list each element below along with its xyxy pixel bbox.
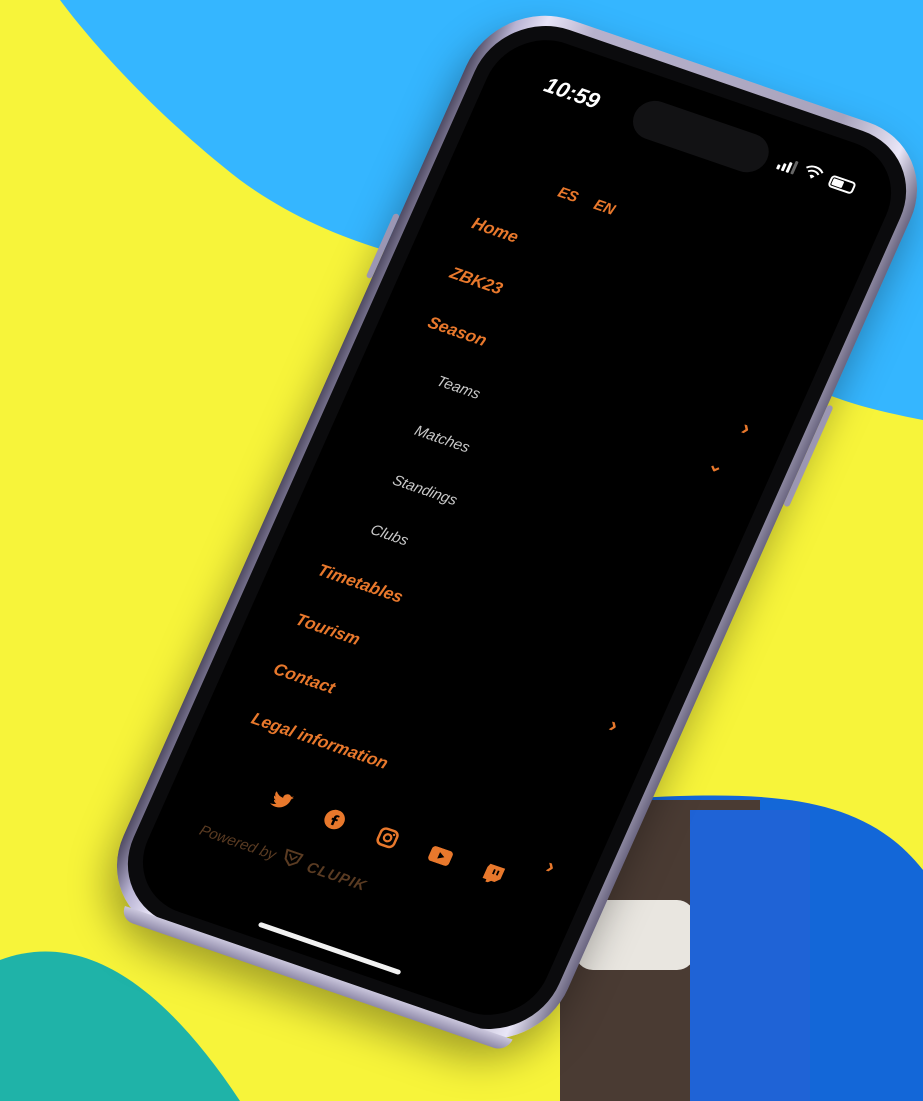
youtube-icon[interactable]	[426, 842, 456, 869]
menu-item-season[interactable]: Season	[424, 313, 490, 351]
photo-shirt	[690, 810, 810, 1101]
submenu-item-standings[interactable]: Standings	[390, 472, 460, 509]
clupik-logo-icon	[279, 848, 305, 873]
language-en[interactable]: EN	[591, 196, 618, 218]
promo-background: 10:59 ES EN Home ZBK23 Season › Teams ⌄ …	[0, 0, 923, 1101]
chevron-right-icon[interactable]: ›	[542, 853, 559, 879]
submenu-item-teams[interactable]: Teams	[434, 373, 483, 403]
menu-item-zbk23[interactable]: ZBK23	[447, 263, 506, 299]
chevron-right-icon[interactable]: ›	[605, 712, 622, 738]
facebook-icon[interactable]	[320, 806, 350, 833]
submenu-item-matches[interactable]: Matches	[412, 422, 473, 456]
language-es[interactable]: ES	[555, 184, 581, 206]
twitch-icon[interactable]	[479, 861, 509, 888]
menu-item-tourism[interactable]: Tourism	[292, 610, 364, 650]
chevron-down-icon[interactable]: ⌄	[705, 454, 727, 478]
menu-item-home[interactable]: Home	[469, 214, 521, 248]
chevron-right-icon[interactable]: ›	[737, 415, 755, 441]
submenu-item-clubs[interactable]: Clubs	[368, 521, 411, 549]
twitter-icon[interactable]	[267, 788, 297, 815]
powered-by-label: Powered by	[197, 821, 279, 863]
menu-item-legal-information[interactable]: Legal information	[248, 709, 392, 774]
powered-by-brand[interactable]: CLUPIK	[304, 858, 369, 894]
menu-item-contact[interactable]: Contact	[270, 659, 339, 698]
menu-item-timetables[interactable]: Timetables	[314, 560, 406, 607]
instagram-icon[interactable]	[373, 824, 403, 851]
